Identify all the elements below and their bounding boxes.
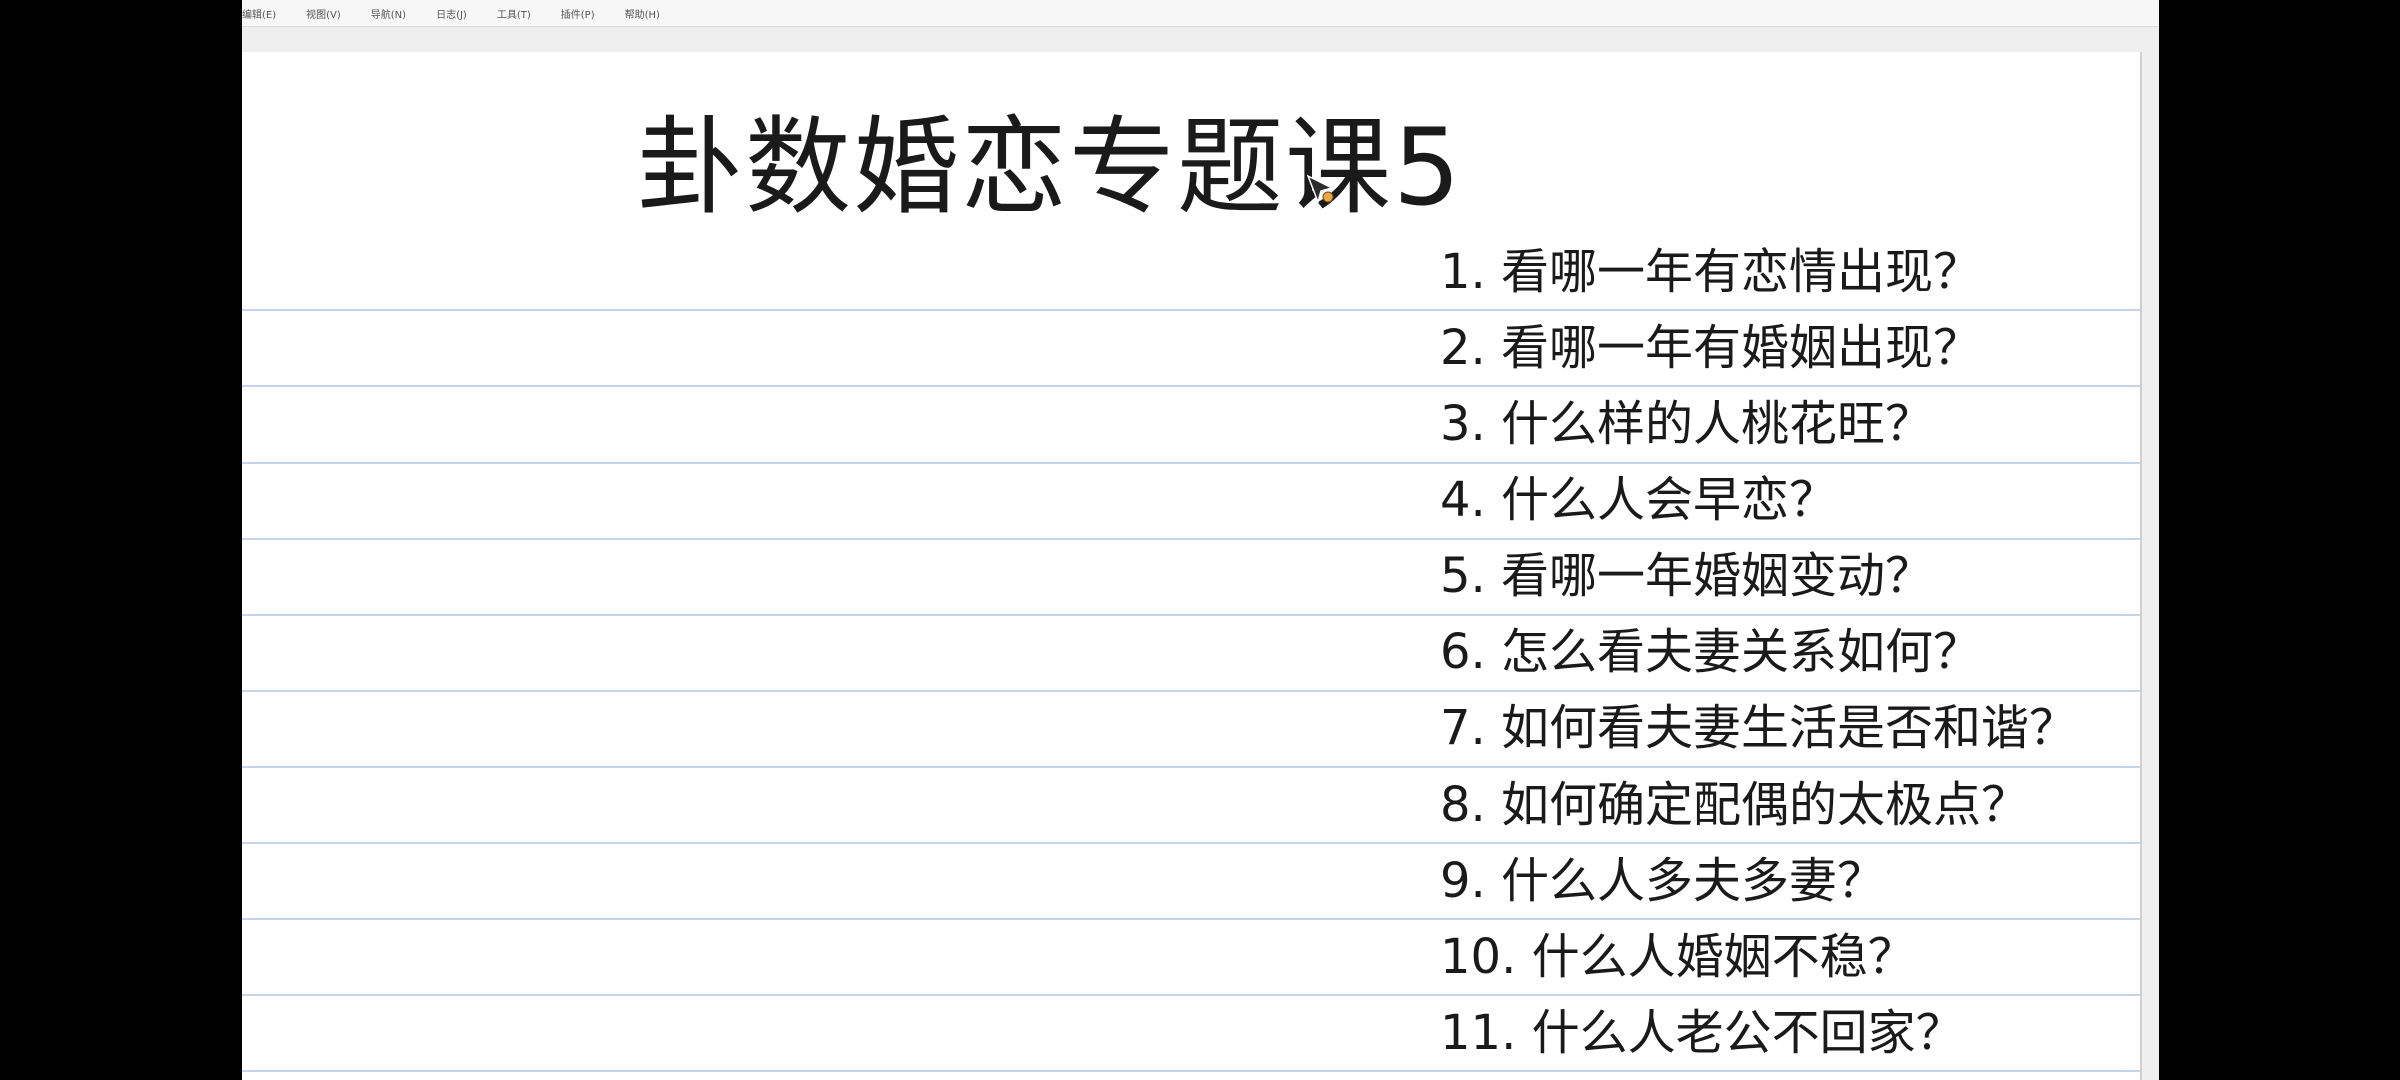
note-page[interactable]: 卦数婚恋专题课5 1. 看哪一年有恋情出现？ 2. 看哪一年有婚姻出现？ 3. … — [242, 52, 2142, 1080]
menu-tools[interactable]: 工具(T) — [497, 6, 531, 21]
menu-bar: 编辑(E) 视图(V) 导航(N) 日志(J) 工具(T) 插件(P) 帮助(H… — [242, 0, 2159, 27]
rule-line — [242, 309, 2140, 311]
menu-navigate[interactable]: 导航(N) — [371, 6, 406, 21]
page-title: 卦数婚恋专题课5 — [637, 106, 1463, 229]
menu-help[interactable]: 帮助(H) — [625, 6, 660, 21]
question-item: 9. 什么人多夫多妻？ — [1440, 853, 1886, 909]
question-item: 6. 怎么看夫妻关系如何？ — [1440, 624, 1982, 680]
question-item: 7. 如何看夫妻生活是否和谐？ — [1440, 700, 2078, 756]
question-item: 3. 什么样的人桃花旺？ — [1440, 396, 1934, 452]
menu-plugins[interactable]: 插件(P) — [561, 6, 595, 21]
rule-line — [242, 842, 2140, 844]
menu-journal[interactable]: 日志(J) — [436, 6, 467, 21]
question-item: 1. 看哪一年有恋情出现？ — [1440, 244, 1982, 300]
question-item: 4. 什么人会早恋？ — [1440, 472, 1838, 528]
rule-line — [242, 766, 2140, 768]
rule-line — [242, 462, 2140, 464]
question-item: 11. 什么人老公不回家？ — [1440, 1005, 1964, 1061]
menu-edit[interactable]: 编辑(E) — [242, 6, 276, 21]
rule-line — [242, 918, 2140, 920]
question-item: 8. 如何确定配偶的太极点？ — [1440, 777, 2030, 833]
rule-line — [242, 538, 2140, 540]
menu-view[interactable]: 视图(V) — [306, 6, 341, 21]
rule-line — [242, 385, 2140, 387]
rule-line — [242, 614, 2140, 616]
question-item: 2. 看哪一年有婚姻出现？ — [1440, 320, 1982, 376]
note-app-window: 编辑(E) 视图(V) 导航(N) 日志(J) 工具(T) 插件(P) 帮助(H… — [242, 0, 2159, 1080]
question-item: 5. 看哪一年婚姻变动？ — [1440, 548, 1934, 604]
rule-line — [242, 1070, 2140, 1072]
question-item: 10. 什么人婚姻不稳？ — [1440, 929, 1916, 985]
pen-cursor-icon — [1306, 174, 1335, 205]
rule-line — [242, 994, 2140, 996]
rule-line — [242, 690, 2140, 692]
